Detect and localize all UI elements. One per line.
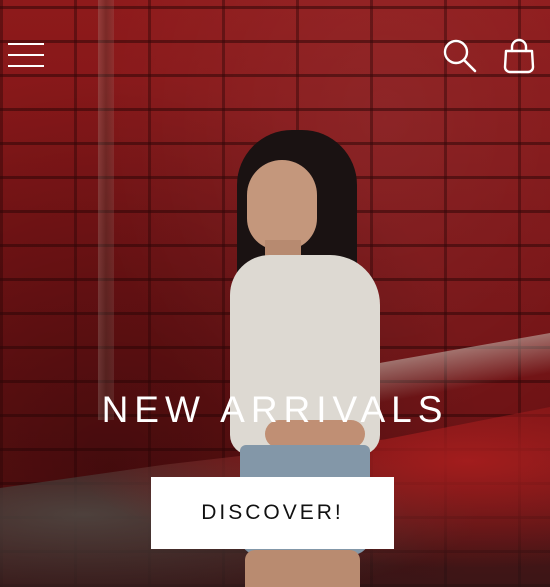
search-icon[interactable] [442, 38, 478, 74]
hero-headline: NEW ARRIVALS [101, 389, 449, 430]
menu-line [8, 43, 44, 45]
menu-line [8, 65, 44, 67]
menu-line [8, 54, 44, 56]
model-face [247, 160, 317, 250]
discover-button[interactable]: DISCOVER! [151, 477, 394, 549]
hamburger-menu-icon[interactable] [8, 42, 46, 68]
wall-pillar [98, 0, 114, 420]
search-icon-svg [443, 39, 477, 73]
hero-banner: NEW ARRIVALS DISCOVER! [0, 0, 550, 587]
shopping-bag-icon-svg [503, 38, 535, 74]
shopping-bag-icon[interactable] [502, 38, 536, 74]
model-legs [245, 550, 360, 587]
